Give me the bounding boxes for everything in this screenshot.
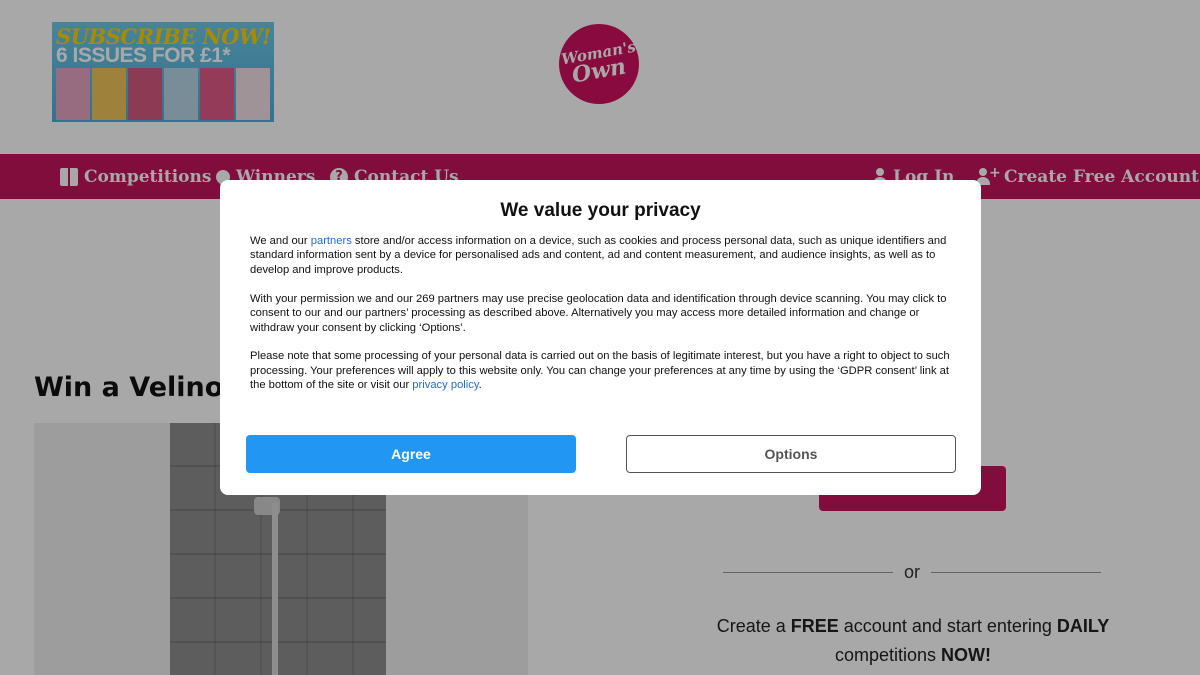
options-button[interactable]: Options [626,435,956,473]
consent-title: We value your privacy [500,200,701,221]
partners-link[interactable]: partners [311,235,352,247]
consent-paragraph-1: We and our partners store and/or access … [250,235,947,276]
consent-paragraph-3: Please note that some processing of your… [250,350,950,392]
privacy-policy-link[interactable]: privacy policy [412,379,478,391]
privacy-consent-dialog: We value your privacy We and our partner… [220,180,981,495]
agree-button[interactable]: Agree [246,435,576,473]
consent-body: We and our partners store and/or access … [250,234,954,407]
consent-paragraph-2: With your permission we and our 269 part… [250,292,947,334]
